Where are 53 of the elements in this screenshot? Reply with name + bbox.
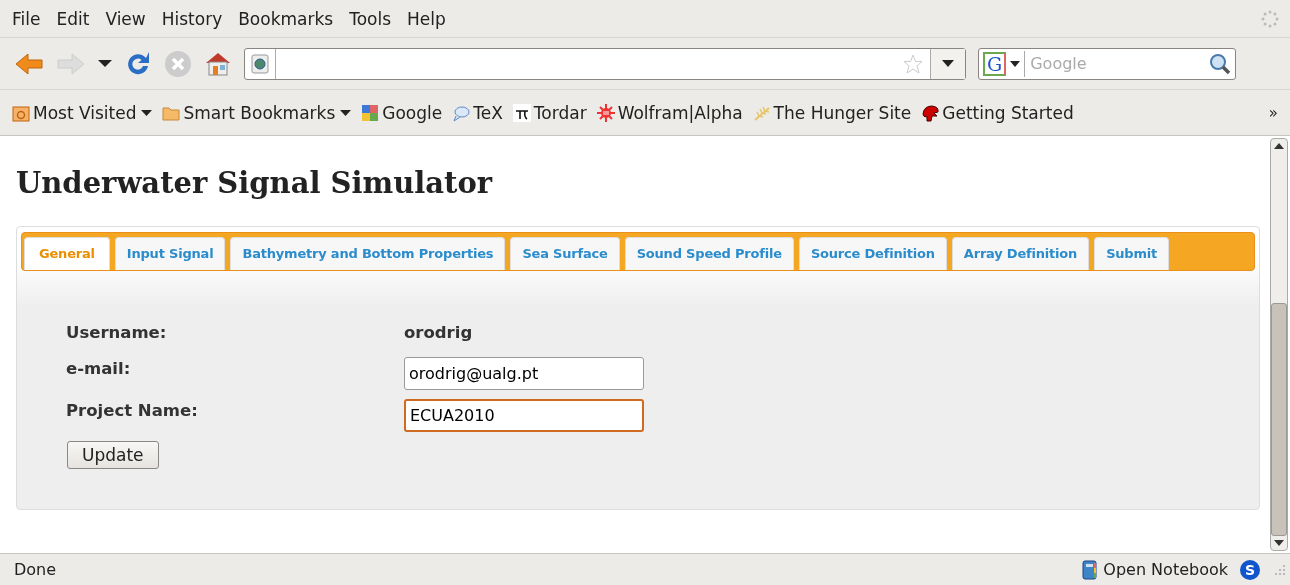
back-icon[interactable] bbox=[14, 50, 44, 77]
menu-item[interactable]: File bbox=[4, 6, 49, 31]
status-text: Done bbox=[14, 560, 57, 579]
input-field[interactable]: ECUA2010 bbox=[404, 399, 644, 432]
bookmark-item[interactable]: Getting Started bbox=[921, 102, 1074, 123]
bookmark-item[interactable]: Google bbox=[361, 102, 443, 123]
menu-item[interactable]: Help bbox=[399, 6, 454, 31]
bookmark-item[interactable]: Smart Bookmarks bbox=[162, 102, 352, 123]
menu-item[interactable]: Bookmarks bbox=[230, 6, 342, 31]
menu-item[interactable]: Tools bbox=[341, 6, 400, 31]
dropdown-arrow-icon[interactable] bbox=[98, 59, 112, 68]
bookmark-item[interactable]: Most Visited bbox=[12, 102, 153, 123]
scroll-up-icon[interactable] bbox=[1274, 143, 1284, 149]
grid-icon bbox=[361, 103, 380, 122]
input-field[interactable]: orodrig@ualg.pt bbox=[404, 357, 644, 390]
page-title: Underwater Signal Simulator bbox=[16, 166, 494, 200]
field-label: Username: bbox=[66, 322, 168, 342]
history-dropdown-button[interactable] bbox=[930, 48, 965, 79]
field-value: orodrig bbox=[404, 322, 473, 342]
search-engine-icon[interactable]: G bbox=[983, 51, 1007, 76]
bookmark-item[interactable]: TeX bbox=[452, 102, 503, 123]
caret-icon bbox=[141, 109, 153, 116]
page-icon bbox=[249, 52, 271, 75]
bookmark-item[interactable]: The Hunger Site bbox=[752, 102, 912, 123]
history-folder-icon bbox=[12, 103, 30, 122]
notebook-icon[interactable] bbox=[1081, 559, 1098, 580]
overflow-chevron[interactable]: » bbox=[1268, 103, 1278, 122]
menu-item[interactable]: View bbox=[97, 6, 154, 31]
throbber-icon bbox=[1260, 8, 1280, 29]
menu-item[interactable]: Edit bbox=[48, 6, 98, 31]
home-icon[interactable] bbox=[204, 50, 232, 77]
scrollbar[interactable] bbox=[1270, 138, 1288, 551]
bookmark-item[interactable]: Wolfram|Alpha bbox=[596, 102, 743, 123]
resize-grip-icon bbox=[1274, 563, 1286, 576]
notebook-link[interactable]: Open Notebook bbox=[1103, 560, 1228, 579]
pi-icon bbox=[512, 103, 531, 122]
field-label: Project Name: bbox=[66, 400, 199, 420]
search-bar[interactable]: G Google bbox=[978, 47, 1236, 80]
caret-icon bbox=[942, 60, 954, 67]
scrollbar-thumb[interactable] bbox=[1271, 303, 1287, 536]
update-button[interactable]: Update bbox=[67, 441, 159, 469]
caret-icon bbox=[1010, 60, 1021, 67]
speech-bubble-icon bbox=[452, 103, 471, 122]
search-icon[interactable] bbox=[1209, 52, 1231, 75]
field-label: e-mail: bbox=[66, 358, 132, 378]
status-badge[interactable]: S bbox=[1240, 559, 1260, 580]
scroll-down-icon[interactable] bbox=[1274, 540, 1284, 546]
bookmark-star-icon[interactable] bbox=[902, 52, 924, 75]
caret-icon bbox=[340, 109, 352, 116]
burst-icon bbox=[596, 103, 615, 122]
dinosaur-icon bbox=[921, 103, 940, 122]
bookmark-item[interactable]: Tordar bbox=[512, 102, 587, 123]
menu-item[interactable]: History bbox=[153, 6, 231, 31]
